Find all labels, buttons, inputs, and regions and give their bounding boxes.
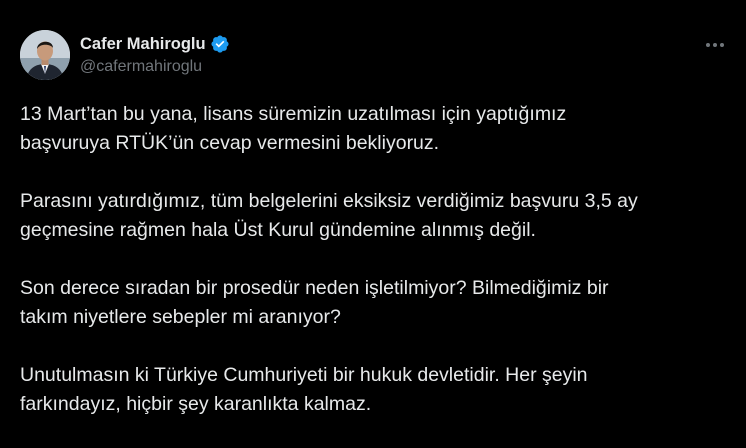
tweet-line: Parasını yatırdığımız, tüm belgelerini e… [20, 190, 638, 212]
tweet-paragraph: Parasını yatırdığımız, tüm belgelerini e… [20, 187, 732, 245]
author-handle[interactable]: @cafermahiroglu [80, 58, 202, 76]
tweet-paragraph: Unutulmasın ki Türkiye Cumhuriyeti bir h… [20, 361, 732, 419]
tweet-line: Unutulmasın ki Türkiye Cumhuriyeti bir h… [20, 364, 588, 386]
tweet-line: geçmesine rağmen hala Üst Kurul gündemin… [20, 219, 536, 241]
tweet-line: takım niyetlere sebepler mi aranıyor? [20, 306, 341, 328]
tweet-line: farkındayız, hiçbir şey karanlıkta kalma… [20, 393, 372, 415]
tweet-text: 13 Mart’tan bu yana, lisans süremizin uz… [20, 100, 732, 448]
tweet-paragraph: 13 Mart’tan bu yana, lisans süremizin uz… [20, 100, 732, 158]
author-display-name[interactable]: Cafer Mahiroglu [80, 35, 206, 54]
avatar[interactable] [20, 30, 70, 80]
author-name-row: Cafer Mahiroglu [80, 33, 230, 55]
tweet-line: başvuruya RTÜK’ün cevap vermesini bekliy… [20, 132, 440, 154]
tweet-line: Son derece sıradan bir prosedür neden iş… [20, 277, 609, 299]
more-horizontal-icon[interactable] [702, 32, 728, 58]
tweet-line: 13 Mart’tan bu yana, lisans süremizin uz… [20, 103, 567, 125]
tweet: Cafer Mahiroglu @cafermahiroglu 13 Mart’… [0, 0, 746, 423]
tweet-paragraph: Son derece sıradan bir prosedür neden iş… [20, 274, 732, 332]
verified-badge-icon[interactable] [210, 34, 230, 54]
